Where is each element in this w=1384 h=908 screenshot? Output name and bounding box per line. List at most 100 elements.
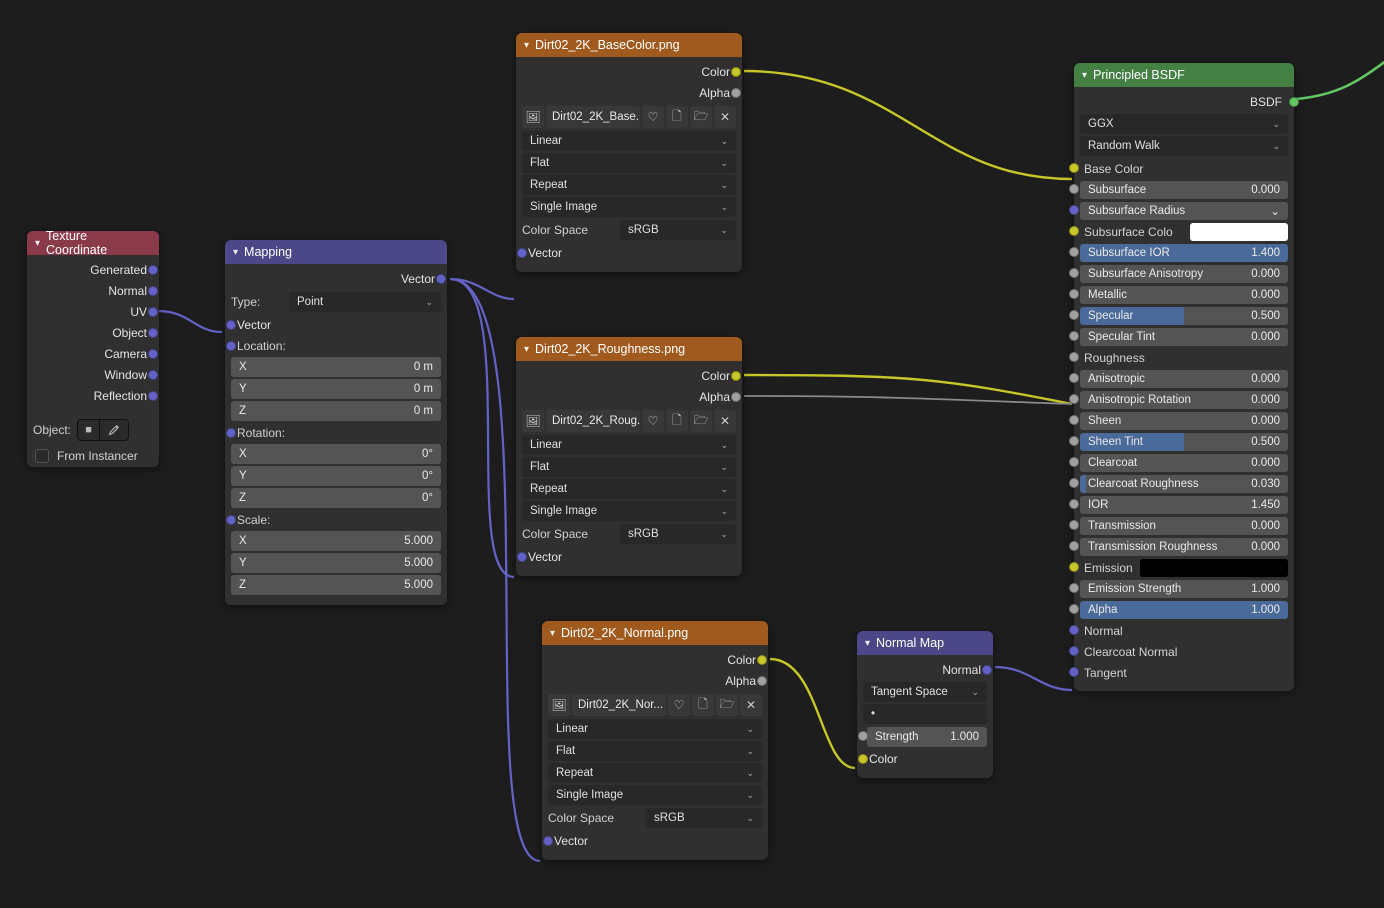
- socket-out[interactable]: [731, 371, 741, 381]
- open-image-icon[interactable]: 🗁: [716, 694, 738, 716]
- node-header[interactable]: ▾ Texture Coordinate: [27, 231, 159, 255]
- colorspace-dropdown[interactable]: sRGB⌄: [620, 220, 736, 240]
- socket-in[interactable]: [543, 836, 553, 846]
- prop-field[interactable]: Sheen0.000: [1080, 412, 1288, 430]
- fake-user-icon[interactable]: ♡: [668, 694, 690, 716]
- socket-out[interactable]: [148, 391, 158, 401]
- prop-field[interactable]: Subsurface Radius⌄: [1080, 202, 1288, 220]
- image-picker[interactable]: 🖼 Dirt02_2K_Roug... ♡ 🗋 🗁 ✕: [522, 410, 736, 432]
- unlink-icon[interactable]: ✕: [740, 694, 762, 716]
- socket-in[interactable]: [1069, 163, 1079, 173]
- prop-field[interactable]: Subsurface IOR1.400: [1080, 244, 1288, 262]
- emission-color-swatch[interactable]: [1140, 559, 1288, 577]
- axis-field[interactable]: X0°: [231, 444, 441, 464]
- socket-in[interactable]: [1069, 373, 1079, 383]
- colorspace-dropdown[interactable]: sRGB⌄: [646, 808, 762, 828]
- socket-in[interactable]: [1069, 247, 1079, 257]
- color-swatch[interactable]: [1190, 223, 1288, 241]
- projection-dropdown[interactable]: Flat⌄: [522, 457, 736, 477]
- colorspace-dropdown[interactable]: sRGB⌄: [620, 524, 736, 544]
- prop-field[interactable]: Sheen Tint0.500: [1080, 433, 1288, 451]
- prop-field[interactable]: Subsurface Anisotropy0.000: [1080, 265, 1288, 283]
- prop-field[interactable]: Transmission Roughness0.000: [1080, 538, 1288, 556]
- wrap-dropdown[interactable]: Repeat⌄: [548, 763, 762, 783]
- socket-out[interactable]: [148, 328, 158, 338]
- socket-out[interactable]: [731, 67, 741, 77]
- socket-in[interactable]: [858, 754, 868, 764]
- image-picker[interactable]: 🖼 Dirt02_2K_Base... ♡ 🗋 🗁 ✕: [522, 106, 736, 128]
- socket-out[interactable]: [148, 307, 158, 317]
- prop-field[interactable]: Anisotropic Rotation0.000: [1080, 391, 1288, 409]
- image-name[interactable]: Dirt02_2K_Roug...: [546, 410, 640, 432]
- node-header[interactable]: ▾Normal Map: [857, 631, 993, 655]
- socket-in[interactable]: [1069, 268, 1079, 278]
- image-name[interactable]: Dirt02_2K_Base...: [546, 106, 640, 128]
- socket-in[interactable]: [1069, 562, 1079, 572]
- socket-out[interactable]: [757, 676, 767, 686]
- socket-in[interactable]: [1069, 541, 1079, 551]
- prop-field[interactable]: Emission Strength1.000: [1080, 580, 1288, 598]
- node-image-basecolor[interactable]: ▾Dirt02_2K_BaseColor.png Color Alpha 🖼 D…: [516, 33, 742, 272]
- interpolation-dropdown[interactable]: Linear⌄: [522, 131, 736, 151]
- socket-out[interactable]: [148, 286, 158, 296]
- socket-in[interactable]: [858, 731, 868, 741]
- frame-dropdown[interactable]: Single Image⌄: [548, 785, 762, 805]
- image-picker[interactable]: 🖼 Dirt02_2K_Nor... ♡ 🗋 🗁 ✕: [548, 694, 762, 716]
- type-dropdown[interactable]: Point⌄: [289, 292, 441, 312]
- socket-out[interactable]: [731, 88, 741, 98]
- socket-in[interactable]: [1069, 331, 1079, 341]
- strength-field[interactable]: Strength1.000: [867, 727, 987, 747]
- unlink-icon[interactable]: ✕: [714, 106, 736, 128]
- new-image-icon[interactable]: 🗋: [692, 694, 714, 716]
- axis-field[interactable]: Y0°: [231, 466, 441, 486]
- image-browse-icon[interactable]: 🖼: [548, 694, 570, 716]
- socket-in[interactable]: [226, 428, 236, 438]
- socket-in[interactable]: [1069, 184, 1079, 194]
- axis-field[interactable]: X0 m: [231, 357, 441, 377]
- interpolation-dropdown[interactable]: Linear⌄: [548, 719, 762, 739]
- fake-user-icon[interactable]: ♡: [642, 410, 664, 432]
- prop-field[interactable]: Transmission0.000: [1080, 517, 1288, 535]
- socket-out[interactable]: [436, 274, 446, 284]
- prop-field[interactable]: Specular Tint0.000: [1080, 328, 1288, 346]
- socket-out[interactable]: [1289, 97, 1299, 107]
- distribution-dropdown[interactable]: GGX⌄: [1080, 114, 1288, 134]
- prop-field[interactable]: Clearcoat0.000: [1080, 454, 1288, 472]
- socket-in[interactable]: [1069, 226, 1079, 236]
- socket-in[interactable]: [1069, 436, 1079, 446]
- socket-out[interactable]: [731, 392, 741, 402]
- new-image-icon[interactable]: 🗋: [666, 106, 688, 128]
- node-header[interactable]: ▾Dirt02_2K_BaseColor.png: [516, 33, 742, 57]
- node-normal-map[interactable]: ▾Normal Map Normal Tangent Space⌄ • Stre…: [857, 631, 993, 778]
- socket-in[interactable]: [1069, 310, 1079, 320]
- node-header[interactable]: ▾Dirt02_2K_Roughness.png: [516, 337, 742, 361]
- socket-in[interactable]: [1069, 289, 1079, 299]
- uvmap-dropdown[interactable]: •: [863, 704, 987, 724]
- frame-dropdown[interactable]: Single Image⌄: [522, 197, 736, 217]
- socket-in[interactable]: [1069, 604, 1079, 614]
- socket-out[interactable]: [757, 655, 767, 665]
- node-header[interactable]: ▾Principled BSDF: [1074, 63, 1294, 87]
- eyedropper-icon[interactable]: [100, 420, 128, 440]
- fake-user-icon[interactable]: ♡: [642, 106, 664, 128]
- socket-in[interactable]: [1069, 478, 1079, 488]
- unlink-icon[interactable]: ✕: [714, 410, 736, 432]
- new-image-icon[interactable]: 🗋: [666, 410, 688, 432]
- socket-in[interactable]: [1069, 583, 1079, 593]
- prop-field[interactable]: Alpha1.000: [1080, 601, 1288, 619]
- from-instancer-checkbox[interactable]: [35, 449, 49, 463]
- prop-field[interactable]: Clearcoat Roughness0.030: [1080, 475, 1288, 493]
- socket-in[interactable]: [1069, 667, 1079, 677]
- node-mapping[interactable]: ▾ Mapping Vector Type: Point⌄ Vector Loc…: [225, 240, 447, 605]
- node-header[interactable]: ▾Dirt02_2K_Normal.png: [542, 621, 768, 645]
- socket-in[interactable]: [517, 248, 527, 258]
- socket-in[interactable]: [1069, 625, 1079, 635]
- socket-in[interactable]: [226, 341, 236, 351]
- object-picker[interactable]: ■: [77, 419, 129, 441]
- image-browse-icon[interactable]: 🖼: [522, 106, 544, 128]
- socket-in[interactable]: [1069, 457, 1079, 467]
- axis-field[interactable]: Y0 m: [231, 379, 441, 399]
- interpolation-dropdown[interactable]: Linear⌄: [522, 435, 736, 455]
- socket-in[interactable]: [1069, 394, 1079, 404]
- socket-in[interactable]: [226, 515, 236, 525]
